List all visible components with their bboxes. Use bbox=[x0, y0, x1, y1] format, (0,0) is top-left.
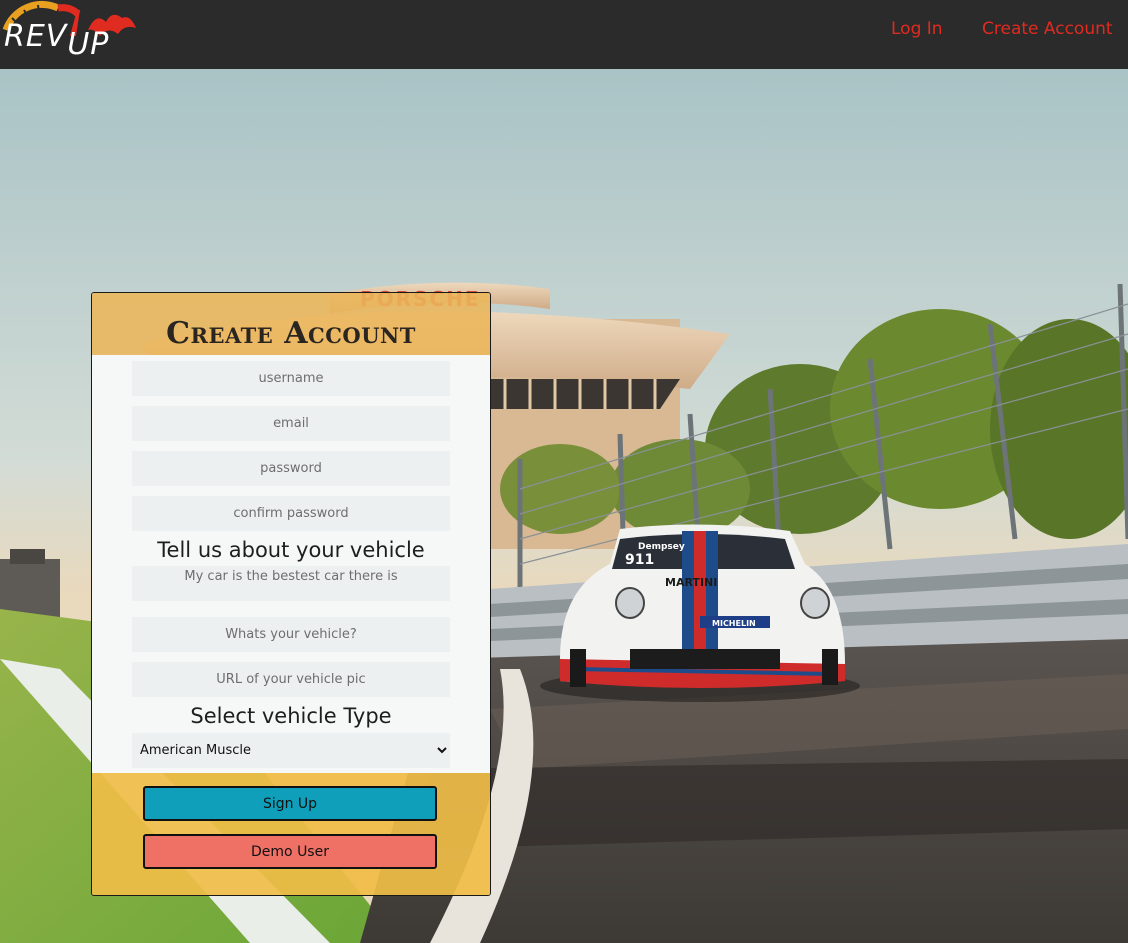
vehicle-pic-url-input[interactable] bbox=[132, 662, 450, 697]
sign-up-button[interactable]: Sign Up bbox=[143, 786, 437, 821]
create-account-link[interactable]: Create Account bbox=[982, 19, 1113, 39]
form-title: Create Account bbox=[166, 316, 416, 351]
revup-logo[interactable]: REVUP bbox=[0, 0, 140, 69]
confirm-password-input[interactable] bbox=[132, 496, 450, 531]
password-input[interactable] bbox=[132, 451, 450, 486]
logo-wordmark: REVUP bbox=[4, 19, 110, 62]
email-input[interactable] bbox=[132, 406, 450, 441]
car-model-text: 911 bbox=[625, 552, 654, 568]
demo-user-button[interactable]: Demo User bbox=[143, 834, 437, 869]
vehicle-bio-textarea[interactable] bbox=[132, 566, 450, 601]
create-account-form: Create Account Tell us about your vehicl… bbox=[91, 292, 491, 896]
vehicle-section-label: Tell us about your vehicle bbox=[157, 538, 425, 562]
car-name-text: Dempsey bbox=[638, 542, 685, 552]
login-link[interactable]: Log In bbox=[891, 19, 943, 39]
vehicle-name-input[interactable] bbox=[132, 617, 450, 652]
top-navbar: REVUP Log In Create Account bbox=[0, 0, 1128, 69]
car-livery-text: MARTINI bbox=[665, 576, 717, 589]
vehicle-type-label: Select vehicle Type bbox=[190, 704, 392, 728]
username-input[interactable] bbox=[132, 361, 450, 396]
form-header: Create Account bbox=[92, 293, 490, 355]
sponsor-text: MICHELIN bbox=[712, 619, 756, 628]
vehicle-type-select[interactable]: American Muscle bbox=[132, 733, 450, 768]
form-body: Tell us about your vehicle Select vehicl… bbox=[92, 355, 490, 773]
